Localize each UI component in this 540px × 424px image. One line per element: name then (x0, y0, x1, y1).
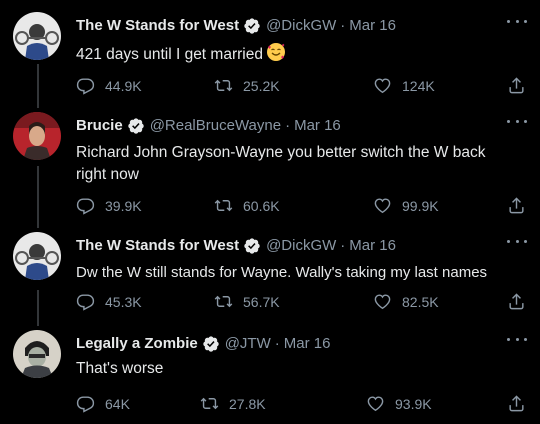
reply-icon (76, 198, 95, 215)
verified-badge-icon (244, 238, 260, 254)
more-icon[interactable] (507, 234, 527, 248)
tweet-header: Brucie @RealBruceWayne · Mar 16 (76, 116, 500, 136)
like-button[interactable]: 82.5K (373, 292, 439, 311)
more-icon[interactable] (507, 332, 527, 346)
retweet-button[interactable]: 60.6K (214, 196, 280, 215)
retweet-count: 25.2K (243, 77, 280, 94)
avatar[interactable] (13, 232, 61, 280)
action-bar: 44.9K 25.2K 124K (76, 76, 526, 96)
tweet-text-content: 421 days until I get married (76, 46, 263, 63)
reply-icon (76, 294, 95, 311)
tweet-text: Richard John Grayson-Wayne you better sw… (76, 142, 500, 186)
avatar[interactable] (13, 112, 61, 160)
retweet-count: 27.8K (229, 395, 266, 412)
like-button[interactable]: 99.9K (373, 196, 439, 215)
retweet-count: 56.7K (243, 293, 280, 310)
reply-button[interactable]: 64K (76, 394, 130, 413)
separator-dot: · (340, 17, 346, 34)
reply-count: 64K (105, 395, 130, 412)
retweet-button[interactable]: 27.8K (200, 394, 266, 413)
tweet[interactable]: Legally a Zombie @JTW · Mar 16 That's wo… (0, 330, 540, 424)
like-count: 99.9K (402, 197, 439, 214)
tweet-text: 421 days until I get married (76, 42, 512, 66)
display-name[interactable]: The W Stands for West (76, 236, 239, 256)
more-icon[interactable] (507, 114, 527, 128)
retweet-icon (214, 79, 233, 92)
tweet-text-content: Dw the W still stands for Wayne. Wally's… (76, 264, 488, 281)
tweet-header: The W Stands for West @DickGW · Mar 16 (76, 16, 500, 36)
separator-dot: · (274, 335, 280, 352)
tweet[interactable]: The W Stands for West @DickGW · Mar 16 4… (0, 12, 540, 112)
action-bar: 39.9K 60.6K 99.9K (76, 196, 526, 216)
handle[interactable]: @DickGW (266, 16, 336, 36)
tweet-text: That's worse (76, 358, 512, 380)
tweet-header: Legally a Zombie @JTW · Mar 16 (76, 334, 500, 354)
separator-dot: · (285, 117, 291, 134)
retweet-icon (214, 295, 233, 308)
like-count: 93.9K (395, 395, 432, 412)
smiling-face-with-hearts-icon (266, 43, 285, 61)
like-icon (374, 294, 391, 310)
retweet-icon (214, 199, 233, 212)
separator-dot: · (340, 237, 346, 254)
action-bar: 64K 27.8K 93.9K (76, 394, 526, 414)
verified-badge-icon (128, 118, 144, 134)
reply-icon (76, 396, 95, 413)
avatar[interactable] (13, 12, 61, 60)
like-icon (367, 396, 384, 412)
verified-badge-icon (203, 336, 219, 352)
handle[interactable]: @RealBruceWayne (150, 116, 281, 136)
reply-button[interactable]: 45.3K (76, 292, 142, 311)
like-icon (374, 78, 391, 94)
share-icon (509, 293, 524, 310)
retweet-button[interactable]: 56.7K (214, 292, 280, 311)
share-button[interactable] (507, 196, 526, 220)
like-count: 82.5K (402, 293, 439, 310)
more-icon[interactable] (507, 14, 527, 28)
reply-icon (76, 78, 95, 95)
display-name[interactable]: Legally a Zombie (76, 334, 198, 354)
reply-button[interactable]: 39.9K (76, 196, 142, 215)
reply-count: 39.9K (105, 197, 142, 214)
like-count: 124K (402, 77, 435, 94)
verified-badge-icon (244, 18, 260, 34)
tweet-header: The W Stands for West @DickGW · Mar 16 (76, 236, 500, 256)
avatar[interactable] (13, 330, 61, 378)
handle[interactable]: @DickGW (266, 236, 336, 256)
share-button[interactable] (507, 394, 526, 418)
share-button[interactable] (507, 292, 526, 316)
handle[interactable]: @JTW (225, 334, 271, 354)
share-icon (509, 77, 524, 94)
share-icon (509, 197, 524, 214)
timestamp[interactable]: Mar 16 (349, 16, 396, 36)
retweet-count: 60.6K (243, 197, 280, 214)
timestamp[interactable]: Mar 16 (294, 116, 341, 136)
retweet-button[interactable]: 25.2K (214, 76, 280, 95)
share-button[interactable] (507, 76, 526, 100)
like-icon (374, 198, 391, 214)
timestamp[interactable]: Mar 16 (349, 236, 396, 256)
reply-count: 44.9K (105, 77, 142, 94)
reply-button[interactable]: 44.9K (76, 76, 142, 95)
share-icon (509, 395, 524, 412)
reply-count: 45.3K (105, 293, 142, 310)
retweet-icon (200, 397, 219, 410)
tweet-text-content: That's worse (76, 360, 164, 377)
tweet-text: Dw the W still stands for Wayne. Wally's… (76, 262, 532, 284)
like-button[interactable]: 124K (373, 76, 435, 95)
display-name[interactable]: Brucie (76, 116, 123, 136)
like-button[interactable]: 93.9K (366, 394, 432, 413)
tweet-text-content: Richard John Grayson-Wayne you better sw… (76, 144, 486, 183)
tweet[interactable]: Brucie @RealBruceWayne · Mar 16 Richard … (0, 112, 540, 230)
timestamp[interactable]: Mar 16 (284, 334, 331, 354)
action-bar: 45.3K 56.7K 82.5K (76, 292, 526, 312)
tweet[interactable]: The W Stands for West @DickGW · Mar 16 D… (0, 232, 540, 328)
display-name[interactable]: The W Stands for West (76, 16, 239, 36)
